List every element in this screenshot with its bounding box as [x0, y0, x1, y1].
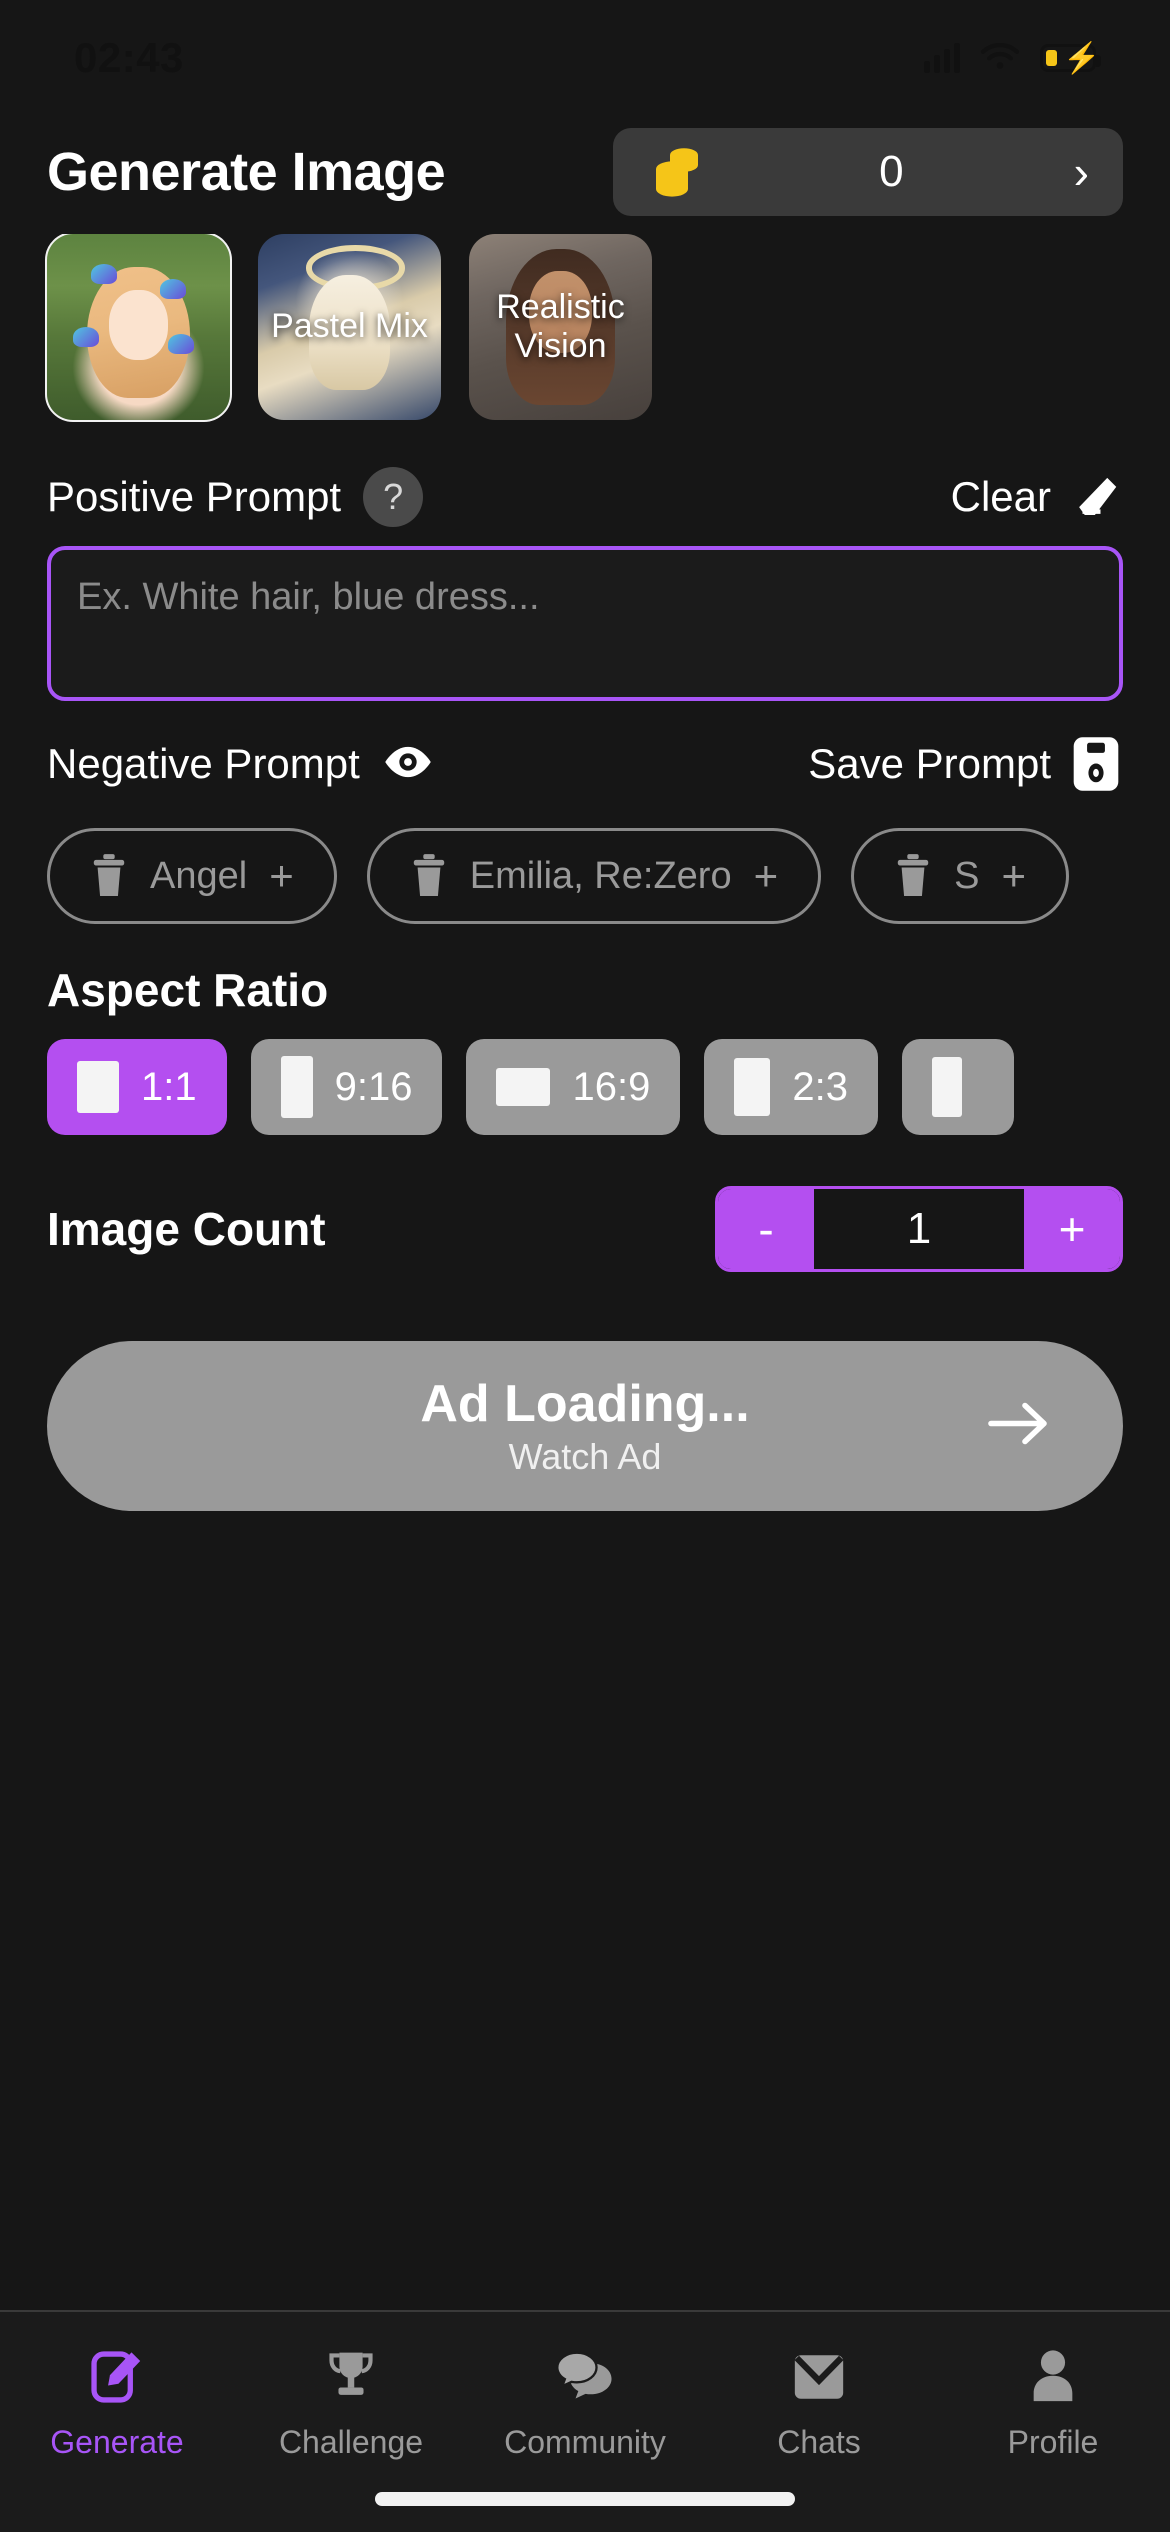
aspect-ratio-label: 2:3: [792, 1064, 848, 1109]
envelope-icon: [790, 2346, 848, 2408]
model-carousel[interactable]: Pastel Mix Realistic Vision: [0, 234, 1170, 434]
tab-profile-label: Profile: [1007, 2424, 1099, 2460]
watch-ad-title: Ad Loading...: [420, 1375, 750, 1433]
floppy-disk-icon: [1073, 737, 1119, 791]
image-count-value: 1: [906, 1204, 932, 1253]
help-icon[interactable]: ?: [363, 467, 424, 527]
page-title: Generate Image: [47, 142, 446, 202]
positive-prompt-input[interactable]: Ex. White hair, blue dress...: [47, 546, 1123, 701]
trash-icon[interactable]: [90, 854, 128, 898]
ratio-shape-icon: [496, 1068, 551, 1106]
aspect-ratio-title: Aspect Ratio: [47, 964, 329, 1016]
eraser-icon: [1079, 477, 1117, 515]
ratio-shape-icon: [734, 1058, 771, 1116]
butterfly-icon: [90, 263, 117, 284]
butterfly-icon: [167, 334, 194, 355]
model-card-pastel-mix[interactable]: Pastel Mix: [258, 234, 441, 420]
model-card-anime[interactable]: [45, 234, 232, 422]
plus-icon[interactable]: +: [754, 852, 779, 900]
status-bar-indicators: ⚡: [924, 43, 1101, 74]
aspect-ratio-option-2-3[interactable]: 2:3: [704, 1039, 878, 1135]
watch-ad-subtitle: Watch Ad: [508, 1436, 662, 1477]
negative-prompt-label: Negative Prompt: [47, 740, 360, 787]
plus-icon[interactable]: +: [1001, 852, 1026, 900]
wifi-icon: [980, 43, 1020, 69]
aspect-ratio-label: 1:1: [141, 1064, 197, 1109]
tab-profile[interactable]: Profile: [936, 2346, 1170, 2461]
chat-bubbles-icon: [555, 2346, 615, 2408]
trash-icon[interactable]: [894, 854, 932, 898]
save-prompt-label: Save Prompt: [808, 740, 1051, 787]
prompt-chip-label: Angel: [150, 854, 248, 897]
tab-generate[interactable]: Generate: [0, 2346, 234, 2461]
tab-challenge[interactable]: Challenge: [234, 2346, 468, 2461]
decrement-button[interactable]: -: [718, 1189, 814, 1269]
model-card-label: Realistic Vision: [496, 287, 625, 365]
chevron-right-icon: ›: [1073, 146, 1089, 198]
prompt-chip[interactable]: Angel +: [47, 828, 337, 924]
arrow-right-icon: [987, 1401, 1051, 1452]
image-count-label: Image Count: [47, 1203, 326, 1255]
prompt-chip[interactable]: S +: [851, 828, 1069, 924]
butterfly-icon: [72, 327, 99, 347]
tab-chats-label: Chats: [777, 2424, 861, 2460]
pencil-edit-icon: [88, 2346, 146, 2408]
coin-stack-icon: [647, 143, 709, 201]
status-bar: 02:43 ⚡: [0, 0, 1170, 92]
tab-generate-label: Generate: [50, 2424, 184, 2460]
tab-challenge-label: Challenge: [278, 2424, 424, 2460]
prompt-chip[interactable]: Emilia, Re:Zero +: [366, 828, 822, 924]
signal-bars-icon: [924, 43, 960, 73]
aspect-ratio-option-16-9[interactable]: 16:9: [466, 1039, 681, 1135]
eye-icon[interactable]: [382, 743, 434, 786]
tab-chats[interactable]: Chats: [702, 2346, 936, 2461]
prompt-chip-label: Emilia, Re:Zero: [469, 854, 732, 897]
aspect-ratio-option-next[interactable]: [901, 1039, 1014, 1135]
aspect-ratio-label: 9:16: [334, 1064, 413, 1109]
tab-community[interactable]: Community: [468, 2346, 702, 2461]
status-bar-time: 02:43: [74, 34, 184, 81]
watch-ad-button[interactable]: Ad Loading... Watch Ad: [47, 1341, 1123, 1511]
clear-prompt-button[interactable]: Clear: [951, 470, 1123, 524]
plus-icon[interactable]: +: [269, 852, 294, 900]
aspect-ratio-option-9-16[interactable]: 9:16: [250, 1039, 443, 1135]
aspect-ratio-label: 16:9: [572, 1064, 651, 1109]
ratio-shape-icon: [280, 1056, 313, 1118]
ratio-shape-icon: [77, 1061, 119, 1113]
page-header: Generate Image 0 ›: [0, 122, 1170, 222]
person-icon: [1026, 2346, 1080, 2408]
home-indicator: [375, 2492, 795, 2506]
tab-community-label: Community: [504, 2424, 666, 2460]
clear-prompt-label: Clear: [950, 473, 1051, 520]
aspect-ratio-option-1-1[interactable]: 1:1: [47, 1039, 227, 1135]
butterfly-icon: [160, 278, 187, 299]
ratio-shape-icon: [931, 1057, 962, 1117]
negative-prompt-header: Negative Prompt Save Prompt: [0, 721, 1170, 807]
increment-button[interactable]: +: [1024, 1189, 1120, 1269]
positive-prompt-label: Positive Prompt: [47, 473, 342, 520]
model-card-realistic-vision[interactable]: Realistic Vision: [469, 234, 652, 420]
battery-charging-icon: ⚡: [1040, 44, 1101, 74]
save-prompt-button[interactable]: Save Prompt: [808, 735, 1123, 793]
positive-prompt-header: Positive Prompt ? Clear: [0, 454, 1170, 540]
positive-prompt-placeholder: Ex. White hair, blue dress...: [77, 576, 540, 618]
image-count-stepper[interactable]: - 1 +: [715, 1186, 1123, 1272]
bottom-tab-bar[interactable]: Generate Challenge Community Chats Profi…: [0, 2310, 1170, 2532]
trophy-icon: [323, 2346, 379, 2408]
coin-balance-value: 0: [879, 147, 904, 196]
trash-icon[interactable]: [410, 854, 448, 898]
prompt-chip-label: S: [954, 854, 980, 897]
aspect-ratio-options[interactable]: 1:1 9:16 16:9 2:3: [0, 1035, 1170, 1139]
saved-prompt-chips[interactable]: Angel + Emilia, Re:Zero + S +: [0, 821, 1170, 931]
image-count-row: Image Count - 1 +: [0, 1179, 1170, 1279]
coin-balance-button[interactable]: 0 ›: [613, 128, 1123, 216]
model-card-label: Pastel Mix: [271, 307, 428, 346]
